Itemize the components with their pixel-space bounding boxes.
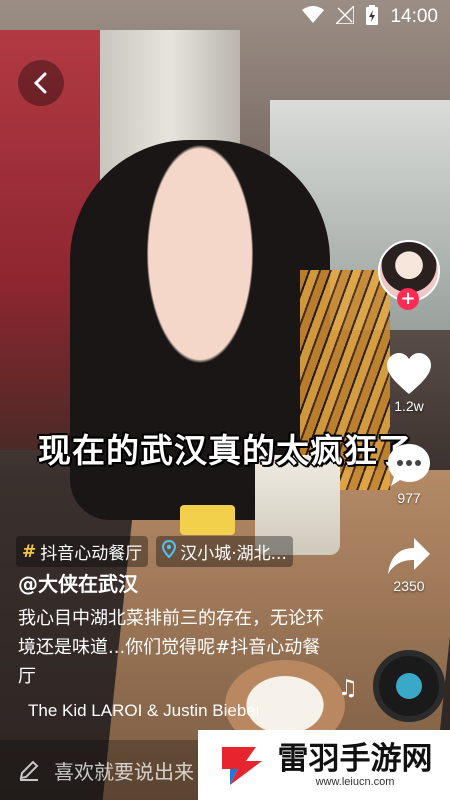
location-chip-label: 汉小城·湖北... bbox=[180, 544, 287, 564]
video-tofu bbox=[180, 505, 235, 535]
watermark-logo-icon bbox=[221, 747, 262, 785]
chevron-left-icon bbox=[33, 72, 47, 94]
signal-off-icon bbox=[334, 3, 356, 29]
comment-button[interactable]: 977 bbox=[378, 442, 440, 506]
comment-count: 977 bbox=[397, 490, 421, 506]
location-chip[interactable]: 汉小城·湖北... bbox=[156, 536, 293, 567]
music-disc[interactable] bbox=[373, 650, 445, 722]
comment-icon bbox=[388, 444, 430, 486]
hashtag-chip-label: 抖音心动餐厅 bbox=[40, 544, 143, 564]
status-bar: 14:00 bbox=[0, 0, 450, 34]
follow-button[interactable]: + bbox=[397, 288, 419, 310]
music-info[interactable]: The Kid LAROI & Justin Bieber bbox=[18, 701, 258, 721]
share-icon bbox=[388, 538, 430, 574]
battery-charging-icon bbox=[366, 4, 379, 30]
hashtag-icon: # bbox=[22, 541, 37, 562]
share-count: 2350 bbox=[393, 578, 425, 594]
back-button[interactable] bbox=[18, 60, 64, 106]
post-description[interactable]: 我心目中湖北菜排前三的存在，无论环境还是味道...你们觉得呢#抖音心动餐厅 bbox=[18, 604, 338, 691]
comment-input-placeholder: 喜欢就要说出来 bbox=[54, 759, 194, 784]
heart-icon bbox=[387, 353, 431, 394]
music-note-icon: ♫ bbox=[338, 676, 358, 701]
author-name[interactable]: @大侠在武汉 bbox=[18, 568, 138, 597]
hashtag-chip[interactable]: # 抖音心动餐厅 bbox=[16, 536, 149, 567]
pencil-icon bbox=[19, 760, 39, 781]
post-tags: # 抖音心动餐厅 汉小城·湖北... bbox=[16, 536, 293, 567]
watermark-url: www.leiucn.com bbox=[315, 776, 395, 788]
like-count: 1.2w bbox=[394, 398, 424, 414]
music-title: The Kid LAROI & Justin Bieber bbox=[28, 701, 258, 720]
watermark-banner: 雷羽手游网 www.leiucn.com bbox=[198, 730, 450, 800]
status-time: 14:00 bbox=[390, 6, 438, 27]
wifi-icon bbox=[302, 5, 325, 29]
share-button[interactable]: 2350 bbox=[378, 536, 440, 594]
watermark-name: 雷羽手游网 bbox=[277, 741, 433, 777]
location-pin-icon bbox=[162, 539, 177, 563]
like-button[interactable]: 1.2w bbox=[378, 352, 440, 414]
author-avatar-group[interactable]: + bbox=[378, 240, 440, 310]
